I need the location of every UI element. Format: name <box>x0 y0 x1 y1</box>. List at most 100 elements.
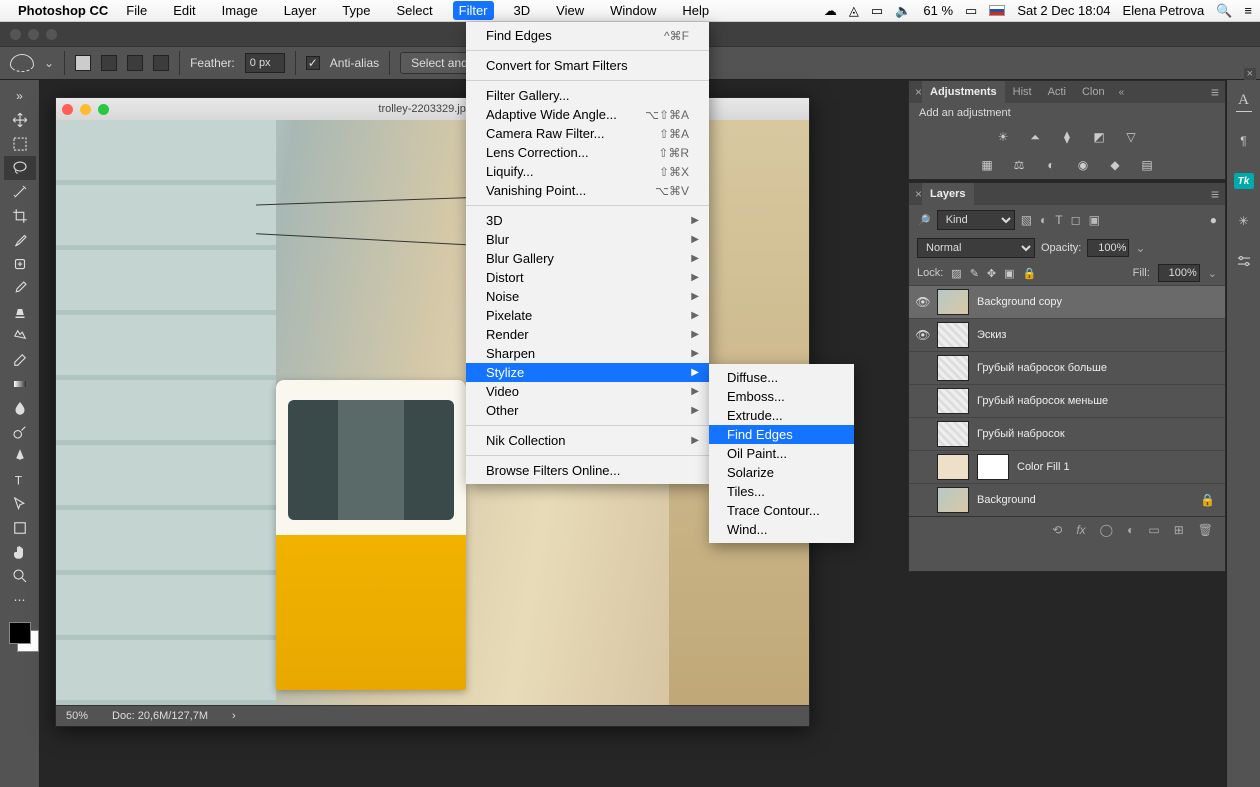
character-panel-icon[interactable]: A <box>1236 90 1252 112</box>
adj-vibrance-icon[interactable]: ▽ <box>1122 129 1140 145</box>
healing-brush-tool[interactable] <box>4 252 36 276</box>
adjustments-close-icon[interactable]: × <box>915 85 922 99</box>
window-minimize-icon[interactable] <box>28 29 39 40</box>
opacity-chevron-icon[interactable]: ⌄ <box>1135 241 1145 255</box>
clock[interactable]: Sat 2 Dec 18:04 <box>1017 3 1110 18</box>
layer-name[interactable]: Background copy <box>977 296 1062 308</box>
tab-layers[interactable]: Layers <box>922 183 973 205</box>
magic-wand-tool[interactable] <box>4 180 36 204</box>
layer-thumbnail[interactable] <box>937 355 969 381</box>
doc-info-arrow-icon[interactable]: › <box>232 710 236 722</box>
adj-brightness-icon[interactable]: ☀ <box>994 129 1012 145</box>
filter-distort-submenu[interactable]: Distort▶ <box>466 268 709 287</box>
layer-name[interactable]: Background <box>977 494 1036 506</box>
display-icon[interactable]: ▭ <box>871 3 883 19</box>
lock-paint-icon[interactable]: ✎ <box>970 267 979 280</box>
adjustments-menu-icon[interactable]: ≡ <box>1211 84 1219 100</box>
feather-input[interactable] <box>245 53 285 73</box>
tk-plugin-icon[interactable]: Tk <box>1233 170 1255 192</box>
tool-collapse-icon[interactable]: » <box>4 84 36 108</box>
history-brush-tool[interactable] <box>4 324 36 348</box>
layer-row[interactable]: 👁Эскиз <box>909 318 1225 351</box>
adj-photo-icon[interactable]: ◉ <box>1074 157 1092 173</box>
doc-close-icon[interactable] <box>62 104 73 115</box>
tab-clone-source[interactable]: Clon <box>1074 81 1113 103</box>
filter-video-submenu[interactable]: Video▶ <box>466 382 709 401</box>
layer-thumbnail[interactable] <box>937 289 969 315</box>
filter-pixel-icon[interactable]: ▧ <box>1021 213 1032 227</box>
layer-name[interactable]: Грубый набросок <box>977 428 1065 440</box>
foreground-color-swatch[interactable] <box>9 622 31 644</box>
anti-alias-checkbox[interactable]: ✓ <box>306 56 320 70</box>
doc-info[interactable]: Doc: 20,6M/127,7M <box>112 710 208 722</box>
menu-edit[interactable]: Edit <box>167 1 201 20</box>
filter-blur-submenu[interactable]: Blur▶ <box>466 230 709 249</box>
filter-render-submenu[interactable]: Render▶ <box>466 325 709 344</box>
blur-tool[interactable] <box>4 396 36 420</box>
tab-histogram[interactable]: Hist <box>1005 81 1040 103</box>
layer-row[interactable]: 👁Background copy <box>909 285 1225 318</box>
layer-thumbnail[interactable] <box>937 421 969 447</box>
filter-stylize-submenu[interactable]: Stylize▶ <box>466 363 709 382</box>
move-tool[interactable] <box>4 108 36 132</box>
lock-position-icon[interactable]: ✥ <box>987 267 996 280</box>
tool-preset-chevron-icon[interactable]: ⌄ <box>44 56 54 70</box>
layer-lock-icon[interactable]: 🔒 <box>1200 493 1215 507</box>
lock-all-icon[interactable]: 🔒 <box>1023 267 1037 280</box>
filter-lens-correction[interactable]: Lens Correction...⇧⌘R <box>466 143 709 162</box>
layer-name[interactable]: Грубый набросок больше <box>977 362 1107 374</box>
filter-smart-icon[interactable]: ▣ <box>1089 213 1100 227</box>
new-layer-icon[interactable]: ⊞ <box>1174 523 1184 537</box>
paragraph-panel-icon[interactable]: ¶ <box>1233 130 1255 152</box>
selection-intersect-icon[interactable] <box>153 55 169 71</box>
filter-adjustment-icon[interactable]: ◐ <box>1040 213 1047 227</box>
layer-row[interactable]: Color Fill 1 <box>909 450 1225 483</box>
active-tool-icon[interactable] <box>10 54 34 72</box>
gradient-tool[interactable] <box>4 372 36 396</box>
menu-filter[interactable]: Filter <box>453 1 494 20</box>
stylize-diffuse[interactable]: Diffuse... <box>709 368 854 387</box>
filter-browse-online[interactable]: Browse Filters Online... <box>466 461 709 480</box>
user-name[interactable]: Elena Petrova <box>1123 3 1205 18</box>
filter-camera-raw[interactable]: Camera Raw Filter...⇧⌘A <box>466 124 709 143</box>
tab-adjustments[interactable]: Adjustments <box>922 81 1005 103</box>
layer-name[interactable]: Грубый набросок меньше <box>977 395 1108 407</box>
volume-icon[interactable]: 🔈 <box>895 3 911 19</box>
menu-window[interactable]: Window <box>604 1 662 20</box>
spotlight-icon[interactable]: 🔍 <box>1216 3 1232 19</box>
input-source-flag-icon[interactable] <box>989 5 1005 16</box>
menu-help[interactable]: Help <box>676 1 715 20</box>
selection-add-icon[interactable] <box>101 55 117 71</box>
app-name[interactable]: Photoshop CC <box>18 3 108 18</box>
link-layers-icon[interactable]: ⟲ <box>1052 523 1062 537</box>
filter-noise-submenu[interactable]: Noise▶ <box>466 287 709 306</box>
filter-blur-gallery-submenu[interactable]: Blur Gallery▶ <box>466 249 709 268</box>
menu-file[interactable]: File <box>120 1 153 20</box>
layers-menu-icon[interactable]: ≡ <box>1211 186 1219 202</box>
layers-close-icon[interactable]: × <box>915 187 922 201</box>
doc-minimize-icon[interactable] <box>80 104 91 115</box>
filter-toggle-icon[interactable]: ● <box>1210 213 1217 227</box>
adj-lookup-icon[interactable]: ▤ <box>1138 157 1156 173</box>
shape-tool[interactable] <box>4 516 36 540</box>
selection-subtract-icon[interactable] <box>127 55 143 71</box>
layer-thumbnail[interactable] <box>937 322 969 348</box>
marquee-tool[interactable] <box>4 132 36 156</box>
selection-new-icon[interactable] <box>75 55 91 71</box>
fill-input[interactable] <box>1158 264 1200 282</box>
filter-nik-collection[interactable]: Nik Collection▶ <box>466 431 709 450</box>
color-swatches[interactable] <box>9 622 31 644</box>
filter-vanishing-point[interactable]: Vanishing Point...⌥⌘V <box>466 181 709 200</box>
layer-name[interactable]: Color Fill 1 <box>1017 461 1070 473</box>
layer-row[interactable]: Background 🔒 <box>909 483 1225 516</box>
filter-pixelate-submenu[interactable]: Pixelate▶ <box>466 306 709 325</box>
fill-chevron-icon[interactable]: ⌄ <box>1208 267 1217 280</box>
stylize-tiles[interactable]: Tiles... <box>709 482 854 501</box>
window-close-icon[interactable] <box>10 29 21 40</box>
new-adjustment-icon[interactable]: ◐ <box>1127 523 1134 537</box>
filter-liquify[interactable]: Liquify...⇧⌘X <box>466 162 709 181</box>
adj-exposure-icon[interactable]: ◩ <box>1090 129 1108 145</box>
add-mask-icon[interactable]: ◯ <box>1100 523 1113 537</box>
layer-thumbnail[interactable] <box>937 454 969 480</box>
battery-icon[interactable]: ▭ <box>965 3 977 19</box>
